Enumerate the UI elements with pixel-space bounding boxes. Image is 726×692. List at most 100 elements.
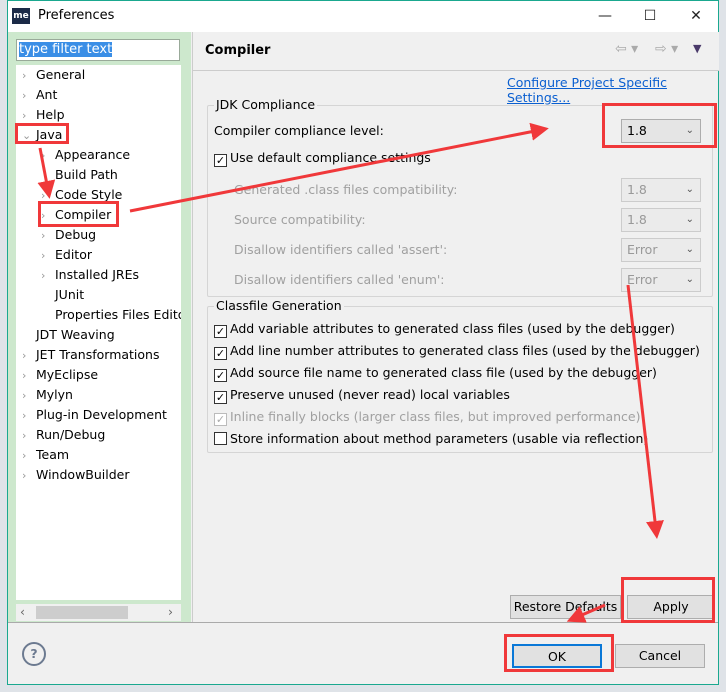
compliance-option-label: Disallow identifiers called 'enum':: [234, 272, 445, 287]
select-value: Error: [627, 272, 658, 287]
preference-tree-pane: type filter text › General › Ant › Help ⌄ Java ›…: [8, 32, 191, 622]
chevron-right-icon[interactable]: ›: [22, 466, 36, 486]
tree-item[interactable]: › MyEclipse: [22, 365, 98, 385]
tree-item[interactable]: › JET Transformations: [22, 345, 160, 365]
tree-item-label: Mylyn: [36, 387, 73, 402]
tree-item-label: Plug-in Development: [36, 407, 167, 422]
compliance-option-label: Generated .class files compatibility:: [234, 182, 458, 197]
tree-item-label: General: [36, 67, 86, 82]
chevron-down-icon: ⌄: [685, 214, 694, 225]
checkbox[interactable]: ✓: [214, 347, 227, 360]
forward-icon[interactable]: ⇨ ▾: [655, 41, 678, 57]
select-value: 1.8: [627, 212, 647, 227]
checkbox[interactable]: ✓: [214, 391, 227, 404]
configure-project-settings-link[interactable]: Configure Project Specific Settings...: [507, 75, 718, 105]
tree-item-label: Team: [36, 447, 70, 462]
tree-item[interactable]: › Installed JREs: [41, 265, 139, 285]
checkbox-label: Inline finally blocks (larger class file…: [230, 409, 641, 424]
tree-item[interactable]: › Help: [22, 105, 65, 125]
tree-item[interactable]: › General: [22, 65, 85, 85]
classfile-option[interactable]: ✓ Add line number attributes to generated…: [214, 343, 700, 360]
checkbox[interactable]: [214, 432, 227, 445]
page-title: Compiler: [205, 43, 271, 58]
classfile-generation-group: Classfile Generation ✓ Add variable attri…: [207, 298, 713, 453]
tree-item[interactable]: JUnit: [41, 285, 84, 305]
compliance-option-label: Disallow identifiers called 'assert':: [234, 242, 448, 257]
tree-item[interactable]: › Editor: [41, 245, 92, 265]
close-icon[interactable]: ✕: [676, 5, 716, 27]
tree-item-label: Properties Files Editor: [55, 307, 181, 322]
view-menu-icon[interactable]: ▼: [693, 42, 701, 55]
checkbox-label: Add variable attributes to generated cla…: [230, 321, 675, 336]
checkbox-label: Store information about method parameter…: [230, 431, 649, 446]
group-legend: Classfile Generation: [214, 298, 344, 313]
annotation-box-ok: [504, 634, 614, 672]
compliance-option-select[interactable]: 1.8 ⌄: [621, 178, 701, 202]
help-icon[interactable]: ?: [22, 642, 46, 666]
chevron-right-icon[interactable]: ›: [22, 366, 36, 386]
checkbox-label: Add source file name to generated class …: [230, 365, 657, 380]
app-logo: me: [12, 8, 30, 24]
tree-item-label: Code Style: [55, 187, 123, 202]
tree-item-label: Installed JREs: [55, 267, 140, 282]
tree-item-label: WindowBuilder: [36, 467, 130, 482]
tree-item-label: JUnit: [55, 287, 85, 302]
chevron-right-icon[interactable]: ›: [41, 246, 55, 266]
filter-input[interactable]: type filter text: [16, 39, 180, 61]
tree-item-label: Debug: [55, 227, 97, 242]
compliance-option-select[interactable]: Error ⌄: [621, 268, 701, 292]
tree-item-label: MyEclipse: [36, 367, 99, 382]
tree-item[interactable]: › Plug-in Development: [22, 405, 167, 425]
chevron-down-icon: ⌄: [685, 244, 694, 255]
chevron-right-icon[interactable]: ›: [22, 66, 36, 86]
back-icon[interactable]: ⇦ ▾: [615, 41, 638, 57]
classfile-option[interactable]: Store information about method parameter…: [214, 431, 648, 446]
tree-item-label: Appearance: [55, 147, 131, 162]
chevron-right-icon[interactable]: ›: [41, 266, 55, 286]
classfile-option[interactable]: ✓ Inline finally blocks (larger class fil…: [214, 409, 641, 426]
tree-item[interactable]: › Debug: [41, 225, 96, 245]
scroll-thumb[interactable]: [36, 606, 128, 619]
compliance-option-select[interactable]: Error ⌄: [621, 238, 701, 262]
classfile-option[interactable]: ✓ Preserve unused (never read) local vari…: [214, 387, 510, 404]
chevron-right-icon[interactable]: ›: [41, 146, 55, 166]
select-value: 1.8: [627, 182, 647, 197]
checkbox[interactable]: ✓: [214, 154, 227, 167]
chevron-right-icon[interactable]: ›: [41, 226, 55, 246]
scroll-right-icon[interactable]: ›: [168, 604, 173, 619]
chevron-right-icon[interactable]: ›: [22, 446, 36, 466]
chevron-down-icon: ⌄: [685, 184, 694, 195]
select-value: Error: [627, 242, 658, 257]
tree-item[interactable]: › Run/Debug: [22, 425, 105, 445]
checkbox[interactable]: ✓: [214, 369, 227, 382]
tree-item[interactable]: Build Path: [41, 165, 118, 185]
tree-item[interactable]: › WindowBuilder: [22, 465, 130, 485]
checkbox-label: Add line number attributes to generated …: [230, 343, 700, 358]
minimize-icon[interactable]: —: [585, 5, 625, 27]
use-default-checkbox[interactable]: ✓ Use default compliance settings: [214, 150, 431, 167]
classfile-option[interactable]: ✓ Add source file name to generated class…: [214, 365, 657, 382]
chevron-right-icon[interactable]: ›: [22, 346, 36, 366]
cancel-button[interactable]: Cancel: [615, 644, 705, 668]
checkbox[interactable]: ✓: [214, 413, 227, 426]
horizontal-scrollbar[interactable]: ‹ ›: [16, 604, 181, 621]
preference-tree: › General › Ant › Help ⌄ Java › Appearance Build P…: [16, 65, 181, 600]
classfile-option[interactable]: ✓ Add variable attributes to generated cl…: [214, 321, 675, 338]
scroll-left-icon[interactable]: ‹: [20, 604, 25, 619]
checkbox-label: Preserve unused (never read) local varia…: [230, 387, 510, 402]
tree-item[interactable]: › Mylyn: [22, 385, 73, 405]
annotation-box-java: [15, 123, 69, 144]
tree-item[interactable]: JDT Weaving: [22, 325, 115, 345]
chevron-right-icon[interactable]: ›: [22, 386, 36, 406]
chevron-right-icon[interactable]: ›: [22, 426, 36, 446]
chevron-right-icon[interactable]: ›: [22, 86, 36, 106]
tree-item[interactable]: › Appearance: [41, 145, 130, 165]
tree-item[interactable]: › Team: [22, 445, 69, 465]
chevron-right-icon[interactable]: ›: [22, 406, 36, 426]
checkbox[interactable]: ✓: [214, 325, 227, 338]
tree-item[interactable]: › Ant: [22, 85, 57, 105]
restore-defaults-button[interactable]: Restore Defaults: [510, 595, 621, 619]
maximize-icon[interactable]: ☐: [630, 5, 670, 27]
compliance-option-select[interactable]: 1.8 ⌄: [621, 208, 701, 232]
tree-item[interactable]: Properties Files Editor: [41, 305, 181, 325]
